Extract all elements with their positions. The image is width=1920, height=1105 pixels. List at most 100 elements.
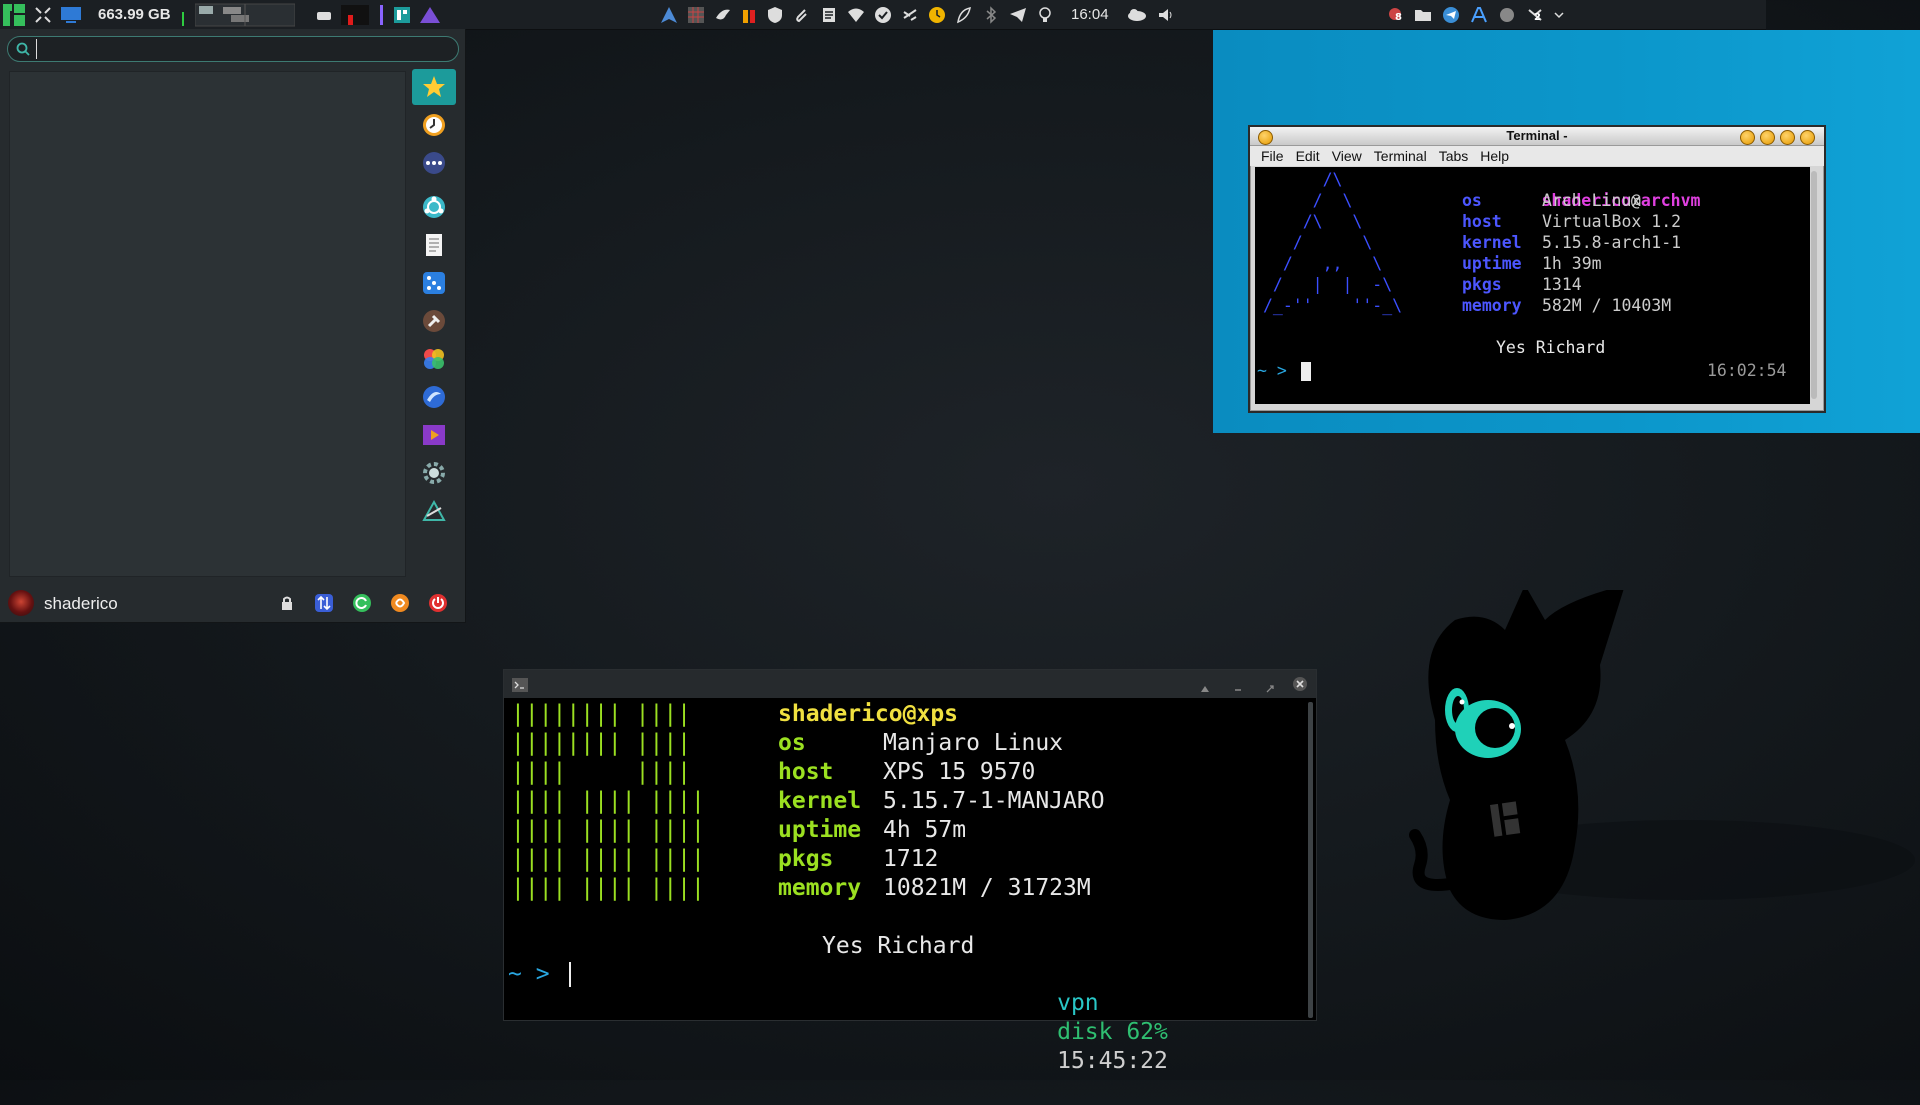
vpn-status: vpn: [1057, 990, 1099, 1016]
favorite-dice[interactable]: [412, 265, 456, 301]
telegram-tray-icon[interactable]: [1442, 0, 1460, 29]
vm-terminal-scrollbar[interactable]: [1811, 171, 1817, 399]
main-terminal-screen[interactable]: |||||||| |||| |||||||| |||| |||| |||| ||…: [506, 699, 1306, 1074]
volume-icon[interactable]: [1157, 0, 1175, 29]
favorite-settings[interactable]: [412, 455, 456, 491]
tray-expand-icon[interactable]: [1554, 0, 1564, 29]
check-icon[interactable]: [874, 0, 892, 29]
menu-edit[interactable]: Edit: [1296, 148, 1320, 164]
clipboard-icon[interactable]: [820, 0, 838, 29]
triangle-app-icon[interactable]: [419, 0, 441, 29]
ascii-art-line: / | | -\: [1263, 275, 1393, 294]
font-icon[interactable]: [1470, 0, 1488, 29]
info-value: 1314: [1542, 275, 1582, 294]
power-icon: [429, 594, 447, 612]
favorite-more[interactable]: [412, 145, 456, 181]
ascii-art-line: |||| |||| ||||: [511, 875, 705, 901]
keep-above-icon[interactable]: [1200, 679, 1210, 698]
updates-icon[interactable]: 2: [1526, 0, 1544, 29]
bluetooth-icon[interactable]: [982, 0, 1000, 29]
clock-icon[interactable]: [928, 0, 946, 29]
favorite-document[interactable]: [412, 227, 456, 263]
grid-icon[interactable]: [687, 0, 705, 29]
info-value: 1h 39m: [1542, 254, 1602, 273]
clock-label[interactable]: 16:04: [1071, 0, 1109, 29]
favorite-ubuntu[interactable]: [412, 189, 456, 225]
window-shade-button[interactable]: [1740, 130, 1755, 145]
close-icon[interactable]: [1292, 676, 1308, 696]
circle-icon[interactable]: [1498, 0, 1516, 29]
ascii-art-line: |||||||| ||||: [511, 701, 692, 727]
window-menu-button[interactable]: [1258, 130, 1273, 145]
vm-terminal-screen[interactable]: /\ / \ /\ \ / \ / ,, \ / | | -\ /_-'' ''…: [1255, 167, 1810, 404]
favorite-drawing[interactable]: [412, 493, 456, 529]
vm-terminal-titlebar[interactable]: Terminal -: [1250, 127, 1824, 146]
menu-help[interactable]: Help: [1480, 148, 1509, 164]
star-icon: [423, 76, 445, 97]
power-button[interactable]: [428, 593, 448, 613]
folder-icon[interactable]: [1414, 0, 1432, 29]
manjaro-logo-icon[interactable]: [2, 0, 26, 29]
screen-icon[interactable]: [60, 0, 82, 29]
settings-icon: [423, 462, 445, 484]
window-switch-icon[interactable]: [34, 0, 52, 29]
application-menu: shaderico: [0, 29, 466, 623]
switch-user-icon: [315, 594, 333, 612]
lock-button[interactable]: [277, 593, 297, 613]
feather-icon[interactable]: [955, 0, 973, 29]
minimize-icon[interactable]: [1233, 679, 1243, 698]
ascii-art-line: /_-'' ''-_\: [1263, 296, 1403, 315]
suspend-button[interactable]: [390, 593, 410, 613]
manjaro-app-icon[interactable]: [393, 0, 411, 29]
refresh-button[interactable]: [352, 593, 372, 613]
info-key: os: [1462, 191, 1482, 210]
avatar[interactable]: [8, 590, 34, 616]
ascii-art-line: / \: [1263, 233, 1373, 252]
main-terminal-scrollbar[interactable]: [1308, 702, 1313, 1018]
favorite-hammer[interactable]: [412, 303, 456, 339]
weather-icon[interactable]: [901, 0, 919, 29]
window-close-button[interactable]: [1800, 130, 1815, 145]
ascii-art-line: |||||||| ||||: [511, 730, 692, 756]
media-icon: [423, 425, 445, 445]
favorite-media[interactable]: [412, 417, 456, 453]
cloud-icon[interactable]: [1126, 0, 1148, 29]
maximize-icon[interactable]: [1265, 679, 1275, 698]
notify-badge: 8: [1395, 12, 1402, 23]
switch-user-button[interactable]: [314, 593, 334, 613]
menu-file[interactable]: File: [1261, 148, 1284, 164]
search-input[interactable]: [36, 39, 451, 59]
window-maximize-button[interactable]: [1780, 130, 1795, 145]
ascii-art-line: /\ \: [1263, 212, 1363, 231]
favorite-browser[interactable]: [412, 379, 456, 415]
battery-icon[interactable]: [741, 0, 757, 29]
paperclip-icon[interactable]: [793, 0, 811, 29]
menu-tabs[interactable]: Tabs: [1439, 148, 1469, 164]
info-value: 5.15.8-arch1-1: [1542, 233, 1682, 252]
wifi-icon[interactable]: [847, 0, 865, 29]
browser-icon: [423, 386, 445, 408]
notify-icon[interactable]: 8: [1386, 0, 1404, 29]
telegram-icon[interactable]: [1009, 0, 1027, 29]
bird-icon[interactable]: [714, 0, 732, 29]
drive-icon[interactable]: [315, 0, 333, 29]
lock-icon: [282, 596, 292, 610]
arch-icon[interactable]: [660, 0, 678, 29]
workspace-pager[interactable]: [194, 0, 295, 29]
shield-icon[interactable]: [766, 0, 784, 29]
search-icon: [16, 41, 30, 60]
menu-terminal[interactable]: Terminal: [1374, 148, 1427, 164]
search-box[interactable]: [7, 36, 459, 62]
application-list[interactable]: [9, 71, 406, 577]
favorite-clock-app[interactable]: [412, 107, 456, 143]
window-minimize-button[interactable]: [1760, 130, 1775, 145]
bulb-icon[interactable]: [1036, 0, 1054, 29]
disk-free-label: 663.99 GB: [98, 6, 171, 23]
prompt-time: 16:02:54: [1707, 361, 1787, 380]
favorite-star[interactable]: [412, 69, 456, 105]
ascii-art-line: |||| ||||: [511, 759, 692, 785]
favorite-photos[interactable]: [412, 341, 456, 377]
menu-view[interactable]: View: [1332, 148, 1362, 164]
main-terminal-titlebar[interactable]: [504, 670, 1316, 698]
info-value: Manjaro Linux: [883, 730, 1064, 756]
